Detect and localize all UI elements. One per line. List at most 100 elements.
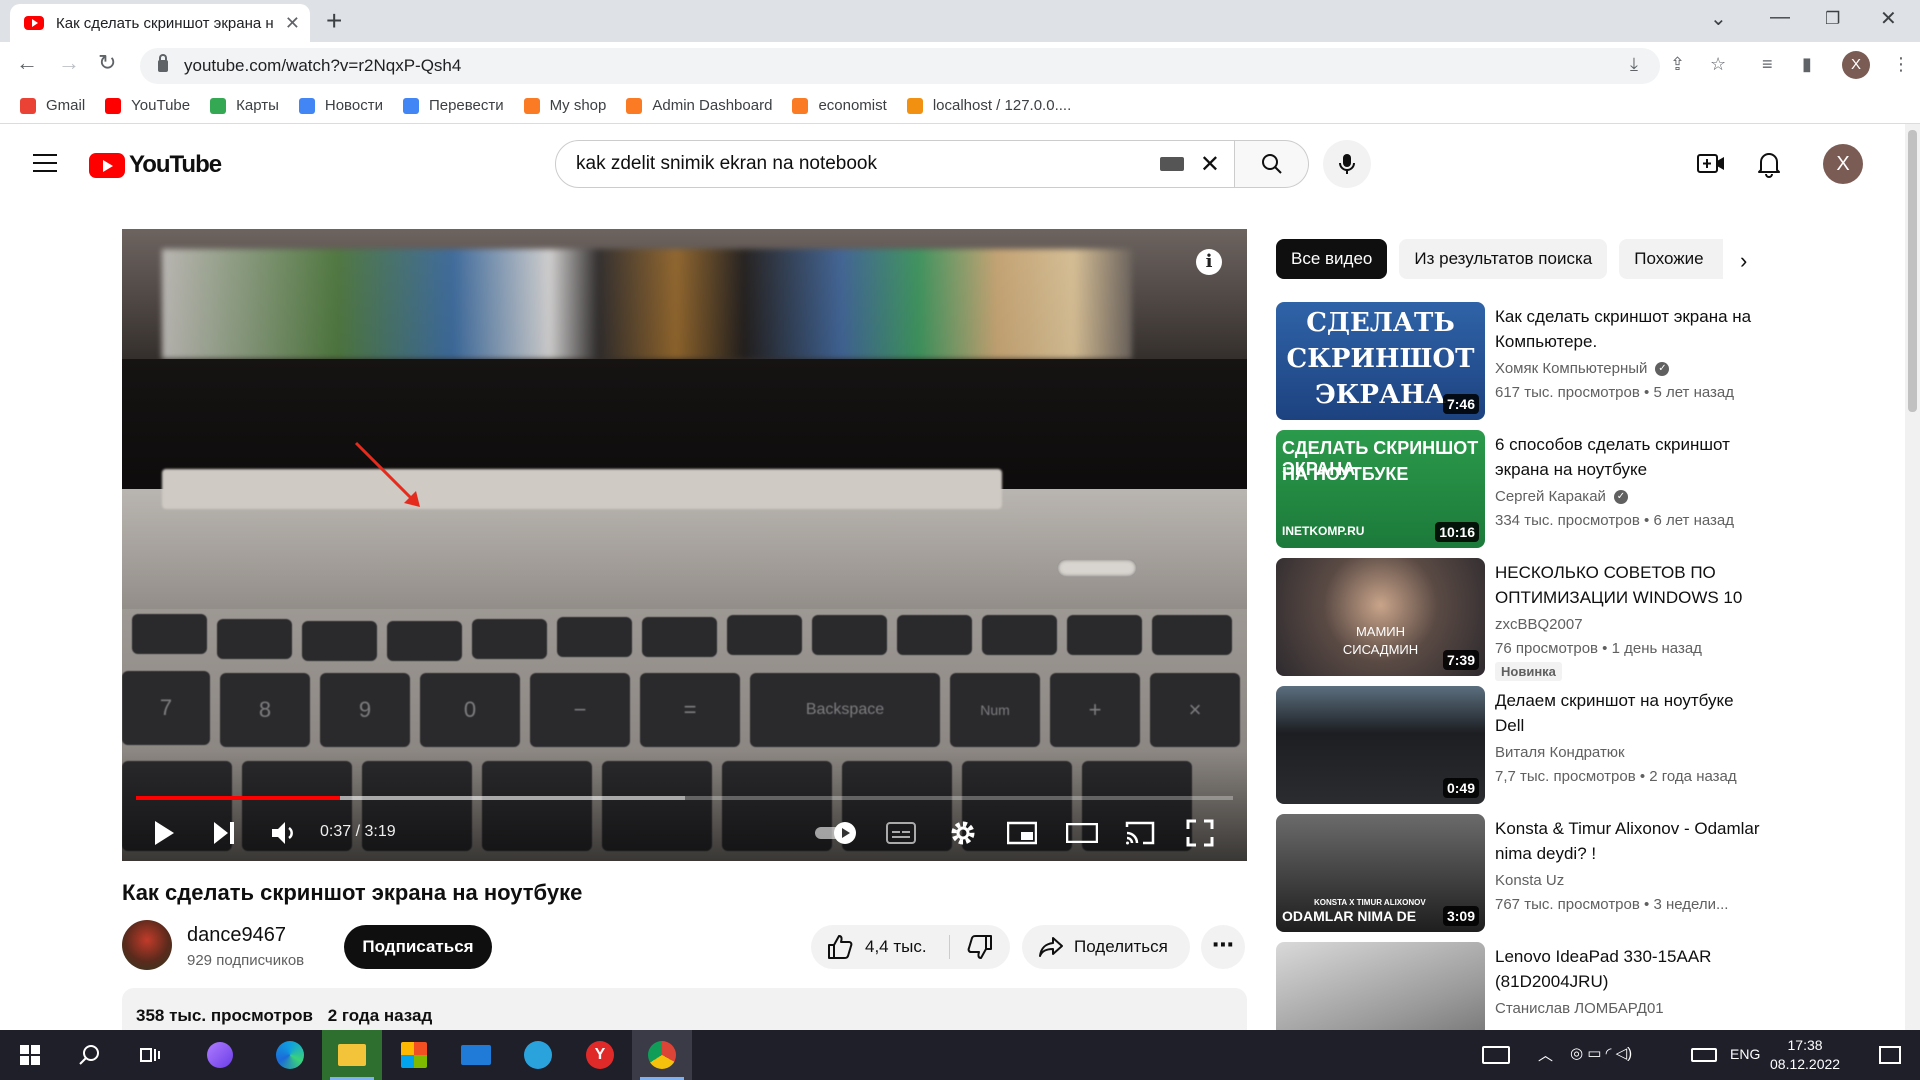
subtitles-icon[interactable] — [886, 821, 916, 845]
mail-icon[interactable] — [446, 1030, 506, 1080]
new-tab-button[interactable]: + — [326, 6, 342, 36]
dislike-button[interactable] — [950, 925, 1010, 969]
recommended-channel[interactable]: Konsta Uz — [1495, 872, 1564, 889]
task-view-icon[interactable] — [120, 1030, 180, 1080]
chrome-menu-icon[interactable]: ⋮ — [1892, 54, 1910, 75]
tray-chevron-icon[interactable]: ︿ — [1538, 1044, 1553, 1065]
chips-next-chevron-icon[interactable]: › — [1740, 248, 1747, 274]
bookmark-item[interactable]: Admin Dashboard — [626, 97, 772, 114]
side-panel-icon[interactable]: ▮ — [1802, 54, 1812, 75]
recommended-video[interactable]: KONSTA X TIMUR ALIXONOV ODAMLAR NIMA DE 3:… — [1276, 814, 1776, 934]
close-window-button[interactable]: ✕ — [1880, 6, 1897, 31]
input-keyboard-icon[interactable] — [1686, 1030, 1722, 1080]
volume-icon[interactable] — [270, 819, 298, 847]
youtube-logo[interactable]: YouTube — [89, 151, 222, 179]
bookmark-item[interactable]: My shop — [523, 97, 606, 114]
minimize-button[interactable]: — — [1770, 6, 1790, 29]
chrome-taskbar-icon[interactable] — [632, 1030, 692, 1080]
search-button[interactable] — [1235, 140, 1309, 188]
yandex-browser-icon[interactable]: Y — [570, 1030, 630, 1080]
subscribe-button[interactable]: Подписаться — [344, 925, 492, 969]
recommended-video-title[interactable]: 6 способов сделать скриншот экрана на но… — [1495, 432, 1765, 482]
share-button[interactable]: Поделиться — [1022, 925, 1190, 969]
theater-mode-icon[interactable] — [1066, 823, 1098, 843]
clock[interactable]: 17:38 08.12.2022 — [1770, 1036, 1840, 1074]
channel-name[interactable]: dance9467 — [187, 924, 286, 947]
notifications-bell-icon[interactable] — [1757, 150, 1781, 178]
browser-profile-avatar[interactable]: X — [1842, 51, 1870, 79]
voice-search-button[interactable] — [1323, 140, 1371, 188]
bookmark-star-icon[interactable]: ☆ — [1710, 54, 1726, 75]
miniplayer-icon[interactable] — [1007, 821, 1037, 845]
language-indicator[interactable]: ENG — [1730, 1046, 1760, 1062]
chip-all-videos[interactable]: Все видео — [1276, 239, 1388, 279]
bookmark-item[interactable]: localhost / 127.0.0.... — [906, 97, 1071, 114]
recommended-video[interactable]: СДЕЛАТЬ СКРИНШОТ ЭКРАНА 7:46 Как сделать скр… — [1276, 302, 1776, 422]
taskbar-search-icon[interactable] — [60, 1030, 120, 1080]
tray-network-icon[interactable]: ◎ ▭ ◜ ◁) — [1570, 1044, 1632, 1062]
progress-bar[interactable] — [136, 796, 1233, 800]
clear-search-icon[interactable]: ✕ — [1200, 150, 1220, 179]
recommended-channel[interactable]: Сергей Каракай ✓ — [1495, 488, 1628, 505]
scrollbar-thumb[interactable] — [1908, 130, 1917, 412]
recommended-video-title[interactable]: Lenovo IdeaPad 330-15AAR (81D2004JRU) — [1495, 944, 1765, 994]
bookmark-item[interactable]: Gmail — [20, 97, 85, 114]
chip-from-search[interactable]: Из результатов поиска — [1399, 239, 1608, 279]
play-icon[interactable] — [152, 819, 176, 847]
back-button[interactable]: ← — [16, 50, 38, 76]
tab-search-icon[interactable]: ⌄ — [1710, 6, 1727, 31]
forward-button[interactable]: → — [58, 50, 80, 76]
recommended-video-title[interactable]: Делаем скриншот на ноутбуке Dell — [1495, 688, 1765, 738]
microsoft-store-icon[interactable] — [384, 1030, 444, 1080]
bookmark-item[interactable]: Новости — [298, 97, 383, 114]
video-thumbnail[interactable]: МАМИН СИСАДМИН 7:39 — [1276, 558, 1485, 676]
share-page-icon[interactable]: ⇪ — [1670, 54, 1685, 75]
autoplay-toggle-icon[interactable] — [815, 821, 859, 845]
start-windows-icon[interactable] — [0, 1030, 60, 1080]
notifications-icon[interactable] — [1860, 1030, 1920, 1080]
next-video-icon[interactable] — [212, 819, 236, 847]
edge-browser-icon[interactable] — [260, 1030, 320, 1080]
bookmark-item[interactable]: Перевести — [402, 97, 504, 114]
video-thumbnail[interactable]: KONSTA X TIMUR ALIXONOV ODAMLAR NIMA DE 3:… — [1276, 814, 1485, 932]
cast-icon[interactable] — [1125, 819, 1155, 847]
recommended-video-title[interactable]: Как сделать скриншот экрана на Компьютер… — [1495, 304, 1765, 354]
address-bar[interactable]: youtube.com/watch?v=r2NqxP-Qsh4 — [140, 48, 1660, 84]
bookmark-item[interactable]: YouTube — [105, 97, 190, 114]
video-thumbnail[interactable]: СДЕЛАТЬ СКРИНШОТ ЭКРАНА 7:46 — [1276, 302, 1485, 420]
video-player[interactable]: 7 8 9 0 − = Backspace Num + × i 0:37 / 3… — [122, 229, 1247, 861]
fullscreen-icon[interactable] — [1186, 819, 1214, 847]
lock-icon[interactable] — [158, 54, 168, 72]
youtube-account-avatar[interactable]: X — [1823, 144, 1863, 184]
settings-gear-icon[interactable] — [949, 819, 977, 847]
video-thumbnail[interactable]: СДЕЛАТЬ СКРИНШОТ ЭКРАНА НА НОУТБУКЕ INETKO… — [1276, 430, 1485, 548]
telegram-icon[interactable] — [508, 1030, 568, 1080]
channel-avatar[interactable] — [122, 920, 172, 970]
touch-keyboard-icon[interactable] — [1466, 1030, 1526, 1080]
like-button[interactable]: 4,4 тыс. — [811, 925, 949, 969]
install-icon[interactable]: ⤓ — [1630, 54, 1638, 75]
more-actions-icon[interactable]: ⋯ — [1201, 925, 1245, 969]
page-scrollbar[interactable] — [1905, 124, 1920, 1030]
info-icon[interactable]: i — [1196, 249, 1222, 275]
bookmark-item[interactable]: Карты — [210, 97, 279, 114]
file-explorer-icon[interactable] — [322, 1030, 382, 1080]
create-video-icon[interactable] — [1697, 152, 1725, 176]
video-thumbnail[interactable]: 0:49 — [1276, 686, 1485, 804]
recommended-channel[interactable]: Станислав ЛОМБАРД01 — [1495, 1000, 1664, 1017]
tab-close-icon[interactable]: ✕ — [285, 13, 300, 34]
recommended-channel[interactable]: Хомяк Компьютерный ✓ — [1495, 360, 1670, 377]
media-control-icon[interactable]: ≡ — [1762, 54, 1773, 75]
alice-assistant-icon[interactable] — [190, 1030, 250, 1080]
restore-button[interactable]: ❐ — [1825, 9, 1840, 29]
recommended-video[interactable]: СДЕЛАТЬ СКРИНШОТ ЭКРАНА НА НОУТБУКЕ INETKO… — [1276, 430, 1776, 550]
description-box[interactable]: 358 тыс. просмотров 2 года назад — [122, 988, 1247, 1032]
bookmark-item[interactable]: economist — [792, 97, 887, 114]
search-input[interactable]: kak zdelit snimik ekran na notebook ✕ — [555, 140, 1235, 188]
menu-icon[interactable] — [33, 154, 57, 172]
browser-tab[interactable]: Как сделать скриншот экрана н ✕ — [10, 4, 310, 42]
keyboard-icon[interactable] — [1159, 157, 1184, 171]
reload-button[interactable]: ↻ — [98, 50, 116, 76]
recommended-channel[interactable]: zxcBBQ2007 — [1495, 616, 1583, 633]
recommended-video-title[interactable]: Konsta & Timur Alixonov - Odamlar nima d… — [1495, 816, 1765, 866]
